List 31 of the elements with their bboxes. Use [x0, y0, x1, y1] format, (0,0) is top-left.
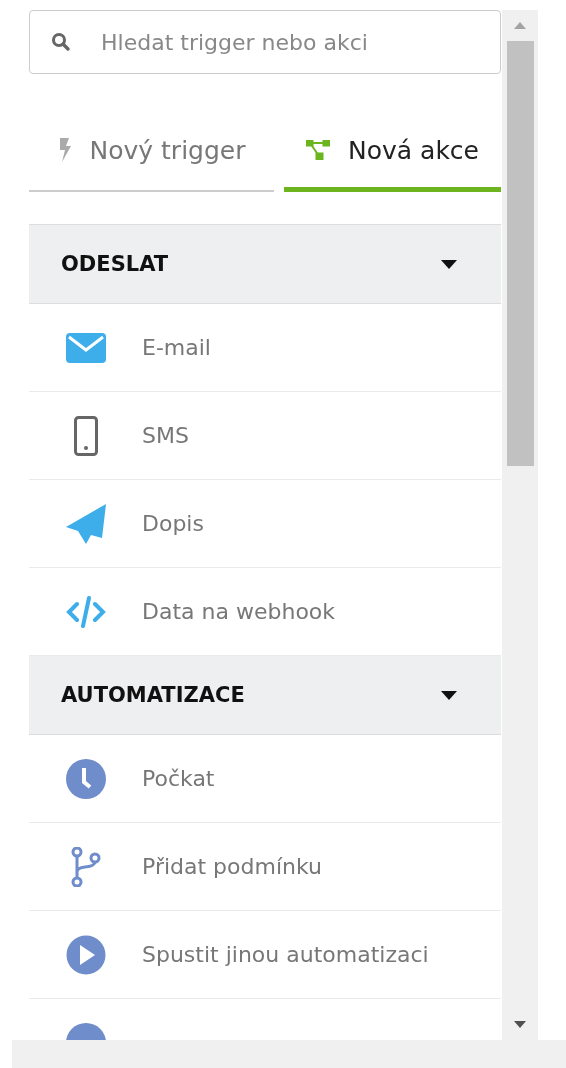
- action-item[interactable]: Počkat: [29, 735, 501, 823]
- action-item[interactable]: Přidat podmínku: [29, 823, 501, 911]
- action-label: Přidat podmínku: [142, 854, 322, 879]
- section-header[interactable]: ODESLAT: [29, 225, 501, 304]
- code-icon: [65, 595, 106, 628]
- phone-icon: [73, 415, 98, 456]
- search-icon: [51, 32, 71, 52]
- action-item[interactable]: Dopis: [29, 480, 501, 568]
- scrollbar[interactable]: [502, 10, 538, 1040]
- action-label: SMS: [142, 423, 189, 448]
- search-field[interactable]: Hledat trigger nebo akci: [29, 10, 501, 74]
- scroll-up-icon[interactable]: [514, 22, 526, 29]
- action-label: Data na webhook: [142, 599, 336, 624]
- action-label: Spustit jinou automatizaci: [142, 942, 429, 967]
- play-icon: [65, 934, 106, 975]
- action-item[interactable]: E-mail: [29, 304, 501, 392]
- action-label: E-mail: [142, 335, 211, 360]
- action-item[interactable]: Spustit jinou automatizaci: [29, 911, 501, 999]
- section-header[interactable]: AUTOMATIZACE: [29, 656, 501, 735]
- paper-plane-icon: [65, 503, 106, 544]
- action-item[interactable]: SMS: [29, 392, 501, 480]
- scroll-down-icon[interactable]: [514, 1021, 526, 1028]
- envelope-icon: [65, 332, 106, 363]
- lightning-icon: [57, 138, 72, 162]
- tab[interactable]: Nový trigger: [29, 118, 274, 192]
- action-label: Počkat: [142, 766, 215, 791]
- action-label: Dopis: [142, 511, 204, 536]
- nodes-icon: [306, 140, 330, 160]
- branch-icon: [69, 846, 102, 887]
- scrollbar-thumb[interactable]: [506, 41, 534, 466]
- clock-icon: [65, 758, 106, 799]
